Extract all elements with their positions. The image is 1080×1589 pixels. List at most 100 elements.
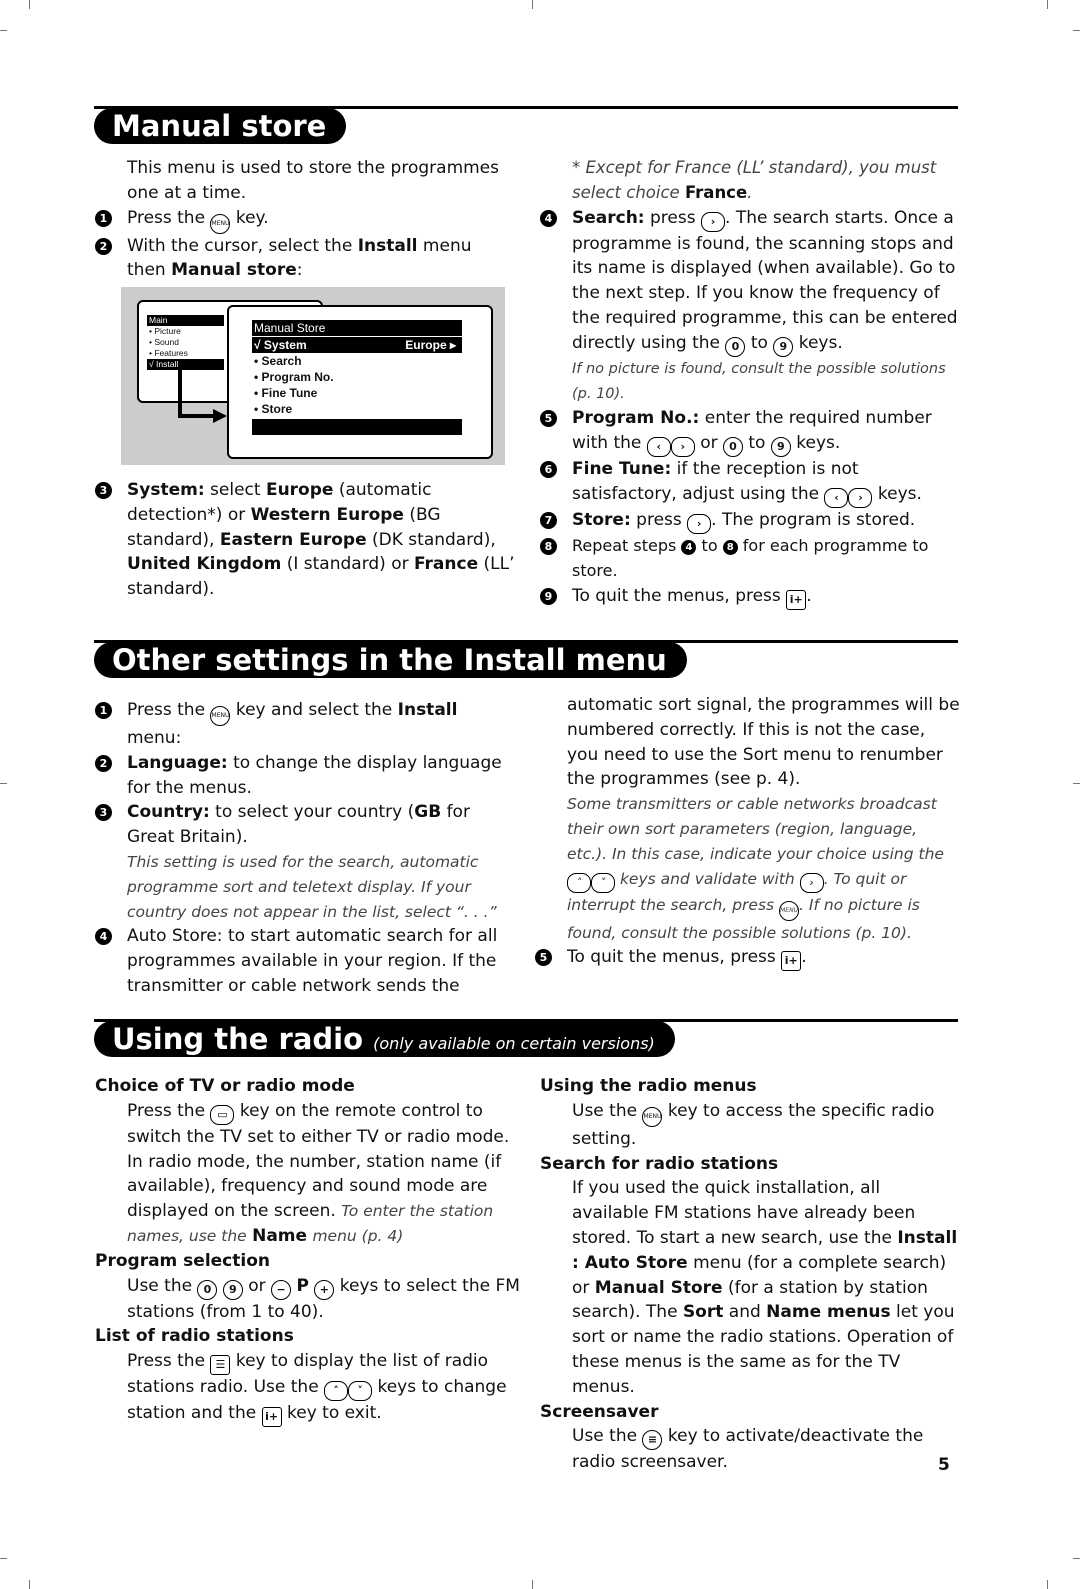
- crop-mark: [532, 1580, 533, 1589]
- arrow-icon: [178, 370, 182, 417]
- step-7: 7 Store: press ›. The program is stored.: [540, 508, 960, 534]
- page-number: 5: [938, 1455, 950, 1475]
- menu-key-icon: MENU: [210, 213, 231, 234]
- subheading: Choice of TV or radio mode: [95, 1076, 355, 1096]
- crop-mark: [1073, 30, 1080, 31]
- main-menu-item: • Sound: [149, 337, 179, 347]
- info-key-icon: i+: [781, 951, 802, 972]
- right-key-icon: ›: [670, 437, 695, 458]
- section-title: Using the radio (only available on certa…: [94, 1021, 675, 1057]
- step-number: 4: [540, 209, 557, 227]
- submenu-item: • Store: [254, 402, 293, 416]
- up-key-icon: ˄: [567, 872, 591, 893]
- crop-mark: [1073, 1558, 1080, 1559]
- step-number: 2: [95, 237, 112, 255]
- step-number: 5: [540, 410, 557, 428]
- subheading: List of radio stations: [95, 1326, 294, 1347]
- step-1: 1 Press the MENU key and select the Insta…: [95, 698, 515, 751]
- note: This setting is used for the search, aut…: [127, 852, 497, 921]
- list-key-icon: ☰: [210, 1355, 231, 1376]
- tv-menu-screenshot: Main • Picture • Sound • Features √ Inst…: [121, 287, 505, 465]
- note: If no picture is found, consult the poss…: [572, 360, 946, 402]
- step-number: 2: [95, 754, 112, 772]
- step-5: 5 To quit the menus, press i+.: [535, 945, 960, 972]
- key-9-icon: 9: [222, 1279, 243, 1300]
- other-settings-left-column: 1 Press the MENU key and select the Insta…: [95, 698, 515, 998]
- step-2: 2 Language: to change the display languag…: [95, 751, 515, 801]
- main-menu-item: • Features: [149, 348, 188, 358]
- section-title: Other settings in the Install menu: [94, 642, 687, 678]
- crop-mark: [0, 783, 7, 784]
- section-subtitle: (only available on certain versions): [373, 1034, 655, 1053]
- manual-store-step3: 3 System: select Europe (automatic detect…: [95, 478, 515, 602]
- section-header-radio: Using the radio (only available on certa…: [94, 1019, 958, 1057]
- step-number: 3: [95, 804, 112, 822]
- step-6: 6 Fine Tune: if the reception is not sati…: [540, 457, 960, 508]
- submenu-item: • Search: [254, 354, 302, 368]
- step-3: 3 System: select Europe (automatic detect…: [95, 478, 515, 602]
- subheading: Using the radio menus: [540, 1076, 757, 1096]
- step-number: 8: [540, 537, 557, 555]
- submenu-title: Manual Store: [252, 320, 462, 336]
- crop-mark: [29, 1580, 30, 1589]
- screensaver-key-icon: ≡: [642, 1430, 663, 1451]
- right-key-icon: ›: [799, 872, 824, 893]
- step-1: 1 Press the MENU key.: [95, 206, 515, 234]
- up-key-icon: ˄: [324, 1381, 349, 1402]
- crop-mark: [0, 1558, 7, 1559]
- arrow-icon: [178, 414, 214, 418]
- step-number: 7: [540, 511, 557, 529]
- step-number: 1: [95, 702, 112, 719]
- submenu-item-selected: √ System Europe ▸: [252, 337, 462, 353]
- section-title: Manual store: [94, 108, 347, 144]
- paragraph: Use the ≡ key to activate/deactivate the…: [572, 1426, 924, 1473]
- crop-mark: [532, 0, 533, 9]
- section-header-other-settings: Other settings in the Install menu: [94, 640, 958, 678]
- main-menu-item: • Picture: [149, 326, 181, 336]
- step-number: 5: [535, 949, 552, 967]
- crop-mark: [1047, 1580, 1048, 1589]
- submenu-info-bar: [252, 419, 462, 435]
- step-ref: 4: [681, 539, 697, 555]
- step-9: 9 To quit the menus, press i+.: [540, 584, 960, 610]
- crop-mark: [0, 30, 7, 31]
- step-number: 6: [540, 461, 557, 479]
- paragraph: If you used the quick installation, all …: [572, 1178, 958, 1397]
- subheading: Search for radio stations: [540, 1153, 779, 1174]
- step-2: 2 With the cursor, select the Install men…: [95, 234, 515, 284]
- step-4: 4 Search: press ›. The search starts. Onc…: [540, 206, 960, 357]
- tv-radio-key-icon: ▭: [210, 1104, 235, 1125]
- step-3: 3 Country: to select your country (GB for…: [95, 800, 515, 850]
- section-header-manual-store: Manual store: [94, 106, 958, 144]
- right-key-icon: ›: [848, 487, 873, 508]
- step-number: 1: [95, 209, 112, 227]
- paragraph: Press the ☰ key to display the list of r…: [95, 1349, 520, 1428]
- left-key-icon: ‹: [824, 487, 849, 508]
- manual-store-menu-panel: Manual Store √ System Europe ▸ • Search •…: [227, 305, 493, 459]
- footnote: * Except for France (LL’ standard), you …: [572, 158, 937, 202]
- right-key-icon: ›: [687, 513, 712, 534]
- radio-right-column: Using the radio menus Use the MENU key t…: [540, 1074, 960, 1475]
- main-menu-title: Main: [147, 315, 224, 326]
- info-key-icon: i+: [786, 589, 807, 610]
- down-key-icon: ˅: [348, 1381, 373, 1402]
- radio-left-column: Choice of TV or radio mode Press the ▭ k…: [95, 1074, 520, 1428]
- right-key-icon: ›: [701, 211, 726, 232]
- other-settings-right-column: automatic sort signal, the programmes wi…: [535, 693, 960, 972]
- manual-store-right-column: * Except for France (LL’ standard), you …: [540, 156, 960, 610]
- key-0-icon: 0: [197, 1279, 218, 1300]
- subheading: Program selection: [95, 1250, 270, 1271]
- paragraph: Press the ▭ key on the remote control to…: [127, 1100, 510, 1246]
- info-key-icon: i+: [261, 1407, 282, 1428]
- step-number: 4: [95, 928, 112, 946]
- main-menu-item-selected: √ Install: [147, 359, 224, 370]
- step-ref: 8: [722, 539, 738, 555]
- key-9-icon: 9: [773, 336, 794, 357]
- crop-mark: [29, 0, 30, 9]
- left-key-icon: ‹: [646, 437, 671, 458]
- crop-mark: [1073, 783, 1080, 784]
- key-9-icon: 9: [770, 437, 791, 458]
- down-key-icon: ˅: [591, 872, 615, 893]
- step-8: 8 Repeat steps 4 to 8 for each programme …: [540, 534, 960, 584]
- submenu-item: • Fine Tune: [254, 386, 318, 400]
